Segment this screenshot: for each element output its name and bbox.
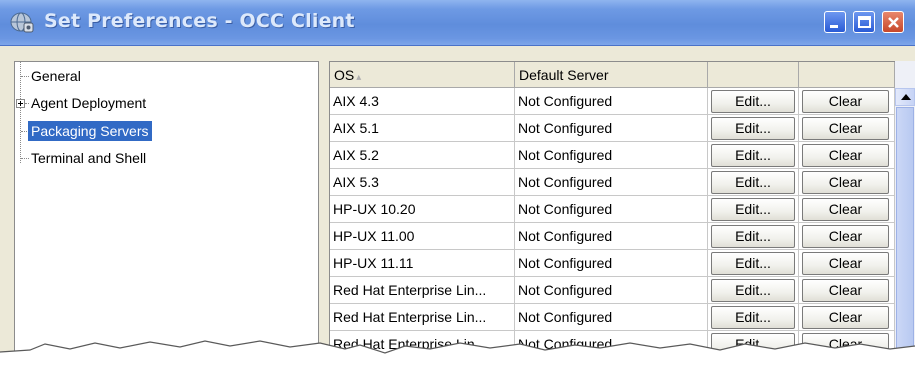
column-header-os[interactable]: OS ▴ (330, 62, 515, 88)
os-cell: Red Hat Enterprise Lin... (330, 277, 515, 304)
clear-cell: Clear (799, 250, 895, 277)
edit-button[interactable]: Edit... (711, 144, 795, 167)
clear-button[interactable]: Clear (802, 225, 889, 248)
clear-button[interactable]: Clear (802, 144, 889, 167)
edit-button[interactable]: Edit... (711, 252, 795, 275)
os-cell: Red Hat Enterprise Lin... (330, 304, 515, 331)
default-server-cell: Not Configured (515, 169, 708, 196)
column-header-default-server[interactable]: Default Server (515, 62, 708, 88)
edit-cell: Edit... (708, 304, 799, 331)
table-row[interactable]: HP-UX 10.20 Not Configured Edit... Clear (330, 196, 915, 223)
tree-item-general[interactable]: General (28, 66, 84, 86)
default-server-cell: Not Configured (515, 223, 708, 250)
column-header-edit (708, 62, 799, 88)
clear-button[interactable]: Clear (802, 252, 889, 275)
edit-cell: Edit... (708, 169, 799, 196)
os-cell: AIX 5.2 (330, 142, 515, 169)
clear-button[interactable]: Clear (802, 279, 889, 302)
clear-button[interactable]: Clear (802, 117, 889, 140)
os-cell: AIX 4.3 (330, 88, 515, 115)
window-title: Set Preferences - OCC Client (44, 10, 355, 32)
edit-button[interactable]: Edit... (711, 306, 795, 329)
edit-cell: Edit... (708, 88, 799, 115)
edit-button[interactable]: Edit... (711, 90, 795, 113)
clear-cell: Clear (799, 277, 895, 304)
clear-cell: Clear (799, 169, 895, 196)
default-server-cell: Not Configured (515, 142, 708, 169)
clear-button[interactable]: Clear (802, 90, 889, 113)
edit-button[interactable]: Edit... (711, 117, 795, 140)
edit-cell: Edit... (708, 196, 799, 223)
clear-button[interactable]: Clear (802, 198, 889, 221)
clear-button[interactable]: Clear (802, 306, 889, 329)
edit-cell: Edit... (708, 142, 799, 169)
edit-button[interactable]: Edit... (711, 225, 795, 248)
edit-cell: Edit... (708, 250, 799, 277)
table-row[interactable]: HP-UX 11.11 Not Configured Edit... Clear (330, 250, 915, 277)
default-server-cell: Not Configured (515, 88, 708, 115)
table-row[interactable]: AIX 5.2 Not Configured Edit... Clear (330, 142, 915, 169)
table-row[interactable]: AIX 4.3 Not Configured Edit... Clear (330, 88, 915, 115)
os-cell: HP-UX 11.11 (330, 250, 515, 277)
table-row[interactable]: Red Hat Enterprise Lin... Not Configured E… (330, 277, 915, 304)
settings-globe-icon (9, 10, 35, 34)
os-cell: AIX 5.1 (330, 115, 515, 142)
os-cell: HP-UX 10.20 (330, 196, 515, 223)
column-header-os-label: OS (334, 67, 355, 83)
vertical-scrollbar[interactable] (895, 61, 915, 383)
preferences-tree[interactable]: General Agent Deployment Packaging Serve… (14, 61, 319, 383)
column-header-clear (799, 62, 895, 88)
sort-indicator-icon: ▴ (356, 72, 362, 83)
tree-item-terminal-and-shell[interactable]: Terminal and Shell (28, 148, 149, 168)
default-server-cell: Not Configured (515, 277, 708, 304)
default-server-cell: Not Configured (515, 196, 708, 223)
clear-cell: Clear (799, 304, 895, 331)
dialog-content: General Agent Deployment Packaging Serve… (0, 46, 915, 383)
table-row[interactable]: AIX 5.1 Not Configured Edit... Clear (330, 115, 915, 142)
torn-edge-decoration (0, 340, 915, 383)
tree-item-packaging-servers[interactable]: Packaging Servers (28, 121, 152, 141)
minimize-button[interactable] (824, 11, 846, 33)
packaging-servers-table: OS ▴ Default Server AIX 4.3 Not Configured… (329, 61, 915, 383)
clear-cell: Clear (799, 223, 895, 250)
tree-item-agent-deployment[interactable]: Agent Deployment (28, 93, 149, 113)
default-server-cell: Not Configured (515, 304, 708, 331)
edit-cell: Edit... (708, 277, 799, 304)
title-bar[interactable]: Set Preferences - OCC Client (0, 0, 915, 46)
table-row[interactable]: AIX 5.3 Not Configured Edit... Clear (330, 169, 915, 196)
default-server-cell: Not Configured (515, 250, 708, 277)
clear-cell: Clear (799, 142, 895, 169)
clear-cell: Clear (799, 196, 895, 223)
table-row[interactable]: Red Hat Enterprise Lin... Not Configured E… (330, 304, 915, 331)
close-button[interactable] (882, 11, 904, 33)
edit-button[interactable]: Edit... (711, 198, 795, 221)
preferences-window: Set Preferences - OCC Client General Age… (0, 0, 915, 383)
os-cell: HP-UX 11.00 (330, 223, 515, 250)
clear-cell: Clear (799, 115, 895, 142)
scroll-up-icon[interactable] (895, 88, 915, 106)
maximize-button[interactable] (853, 11, 875, 33)
table-row[interactable]: HP-UX 11.00 Not Configured Edit... Clear (330, 223, 915, 250)
edit-button[interactable]: Edit... (711, 279, 795, 302)
default-server-cell: Not Configured (515, 115, 708, 142)
clear-cell: Clear (799, 88, 895, 115)
tree-connector-line (20, 62, 21, 163)
clear-button[interactable]: Clear (802, 171, 889, 194)
edit-cell: Edit... (708, 223, 799, 250)
expand-icon[interactable] (16, 99, 25, 108)
os-cell: AIX 5.3 (330, 169, 515, 196)
edit-cell: Edit... (708, 115, 799, 142)
edit-button[interactable]: Edit... (711, 171, 795, 194)
